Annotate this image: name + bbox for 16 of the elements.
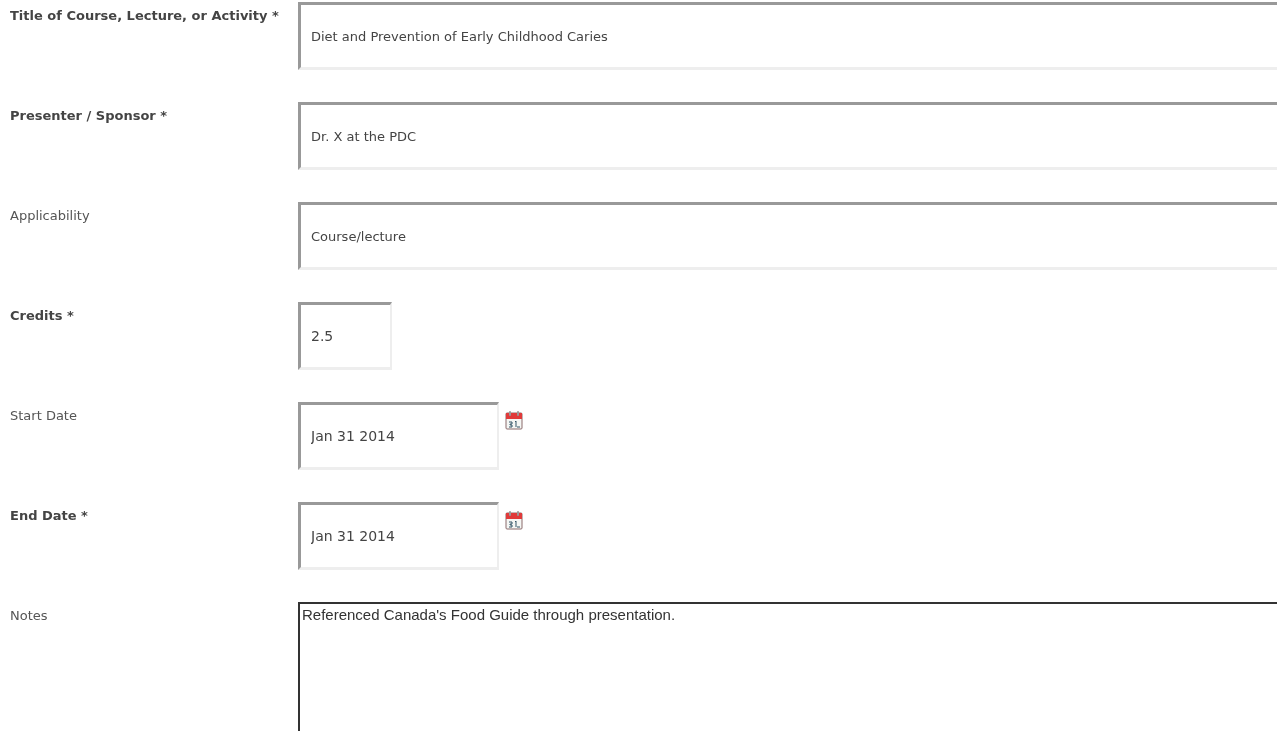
date-field[interactable]: Jan 31 2014 xyxy=(298,402,499,470)
input-field[interactable]: 2.5 xyxy=(298,302,392,370)
field-label: End Date * xyxy=(9,507,88,525)
calendar-icon[interactable] xyxy=(505,410,523,430)
field-label: Start Date xyxy=(9,407,77,425)
field-label: Applicability xyxy=(9,207,90,225)
notes-field[interactable]: Referenced Canada's Food Guide through presentation. xyxy=(298,602,1277,731)
input-field[interactable]: Diet and Prevention of Early Childhood Caries xyxy=(298,2,1277,70)
field-label: Credits * xyxy=(9,307,74,325)
field-label: Presenter / Sponsor * xyxy=(9,107,168,125)
field-label: Title of Course, Lecture, or Activity * xyxy=(9,7,279,25)
field-label: Notes xyxy=(9,607,48,625)
calendar-icon[interactable] xyxy=(505,510,523,530)
input-field[interactable]: Dr. X at the PDC xyxy=(298,102,1277,170)
date-field[interactable]: Jan 31 2014 xyxy=(298,502,499,570)
input-field[interactable]: Course/lecture xyxy=(298,202,1277,270)
